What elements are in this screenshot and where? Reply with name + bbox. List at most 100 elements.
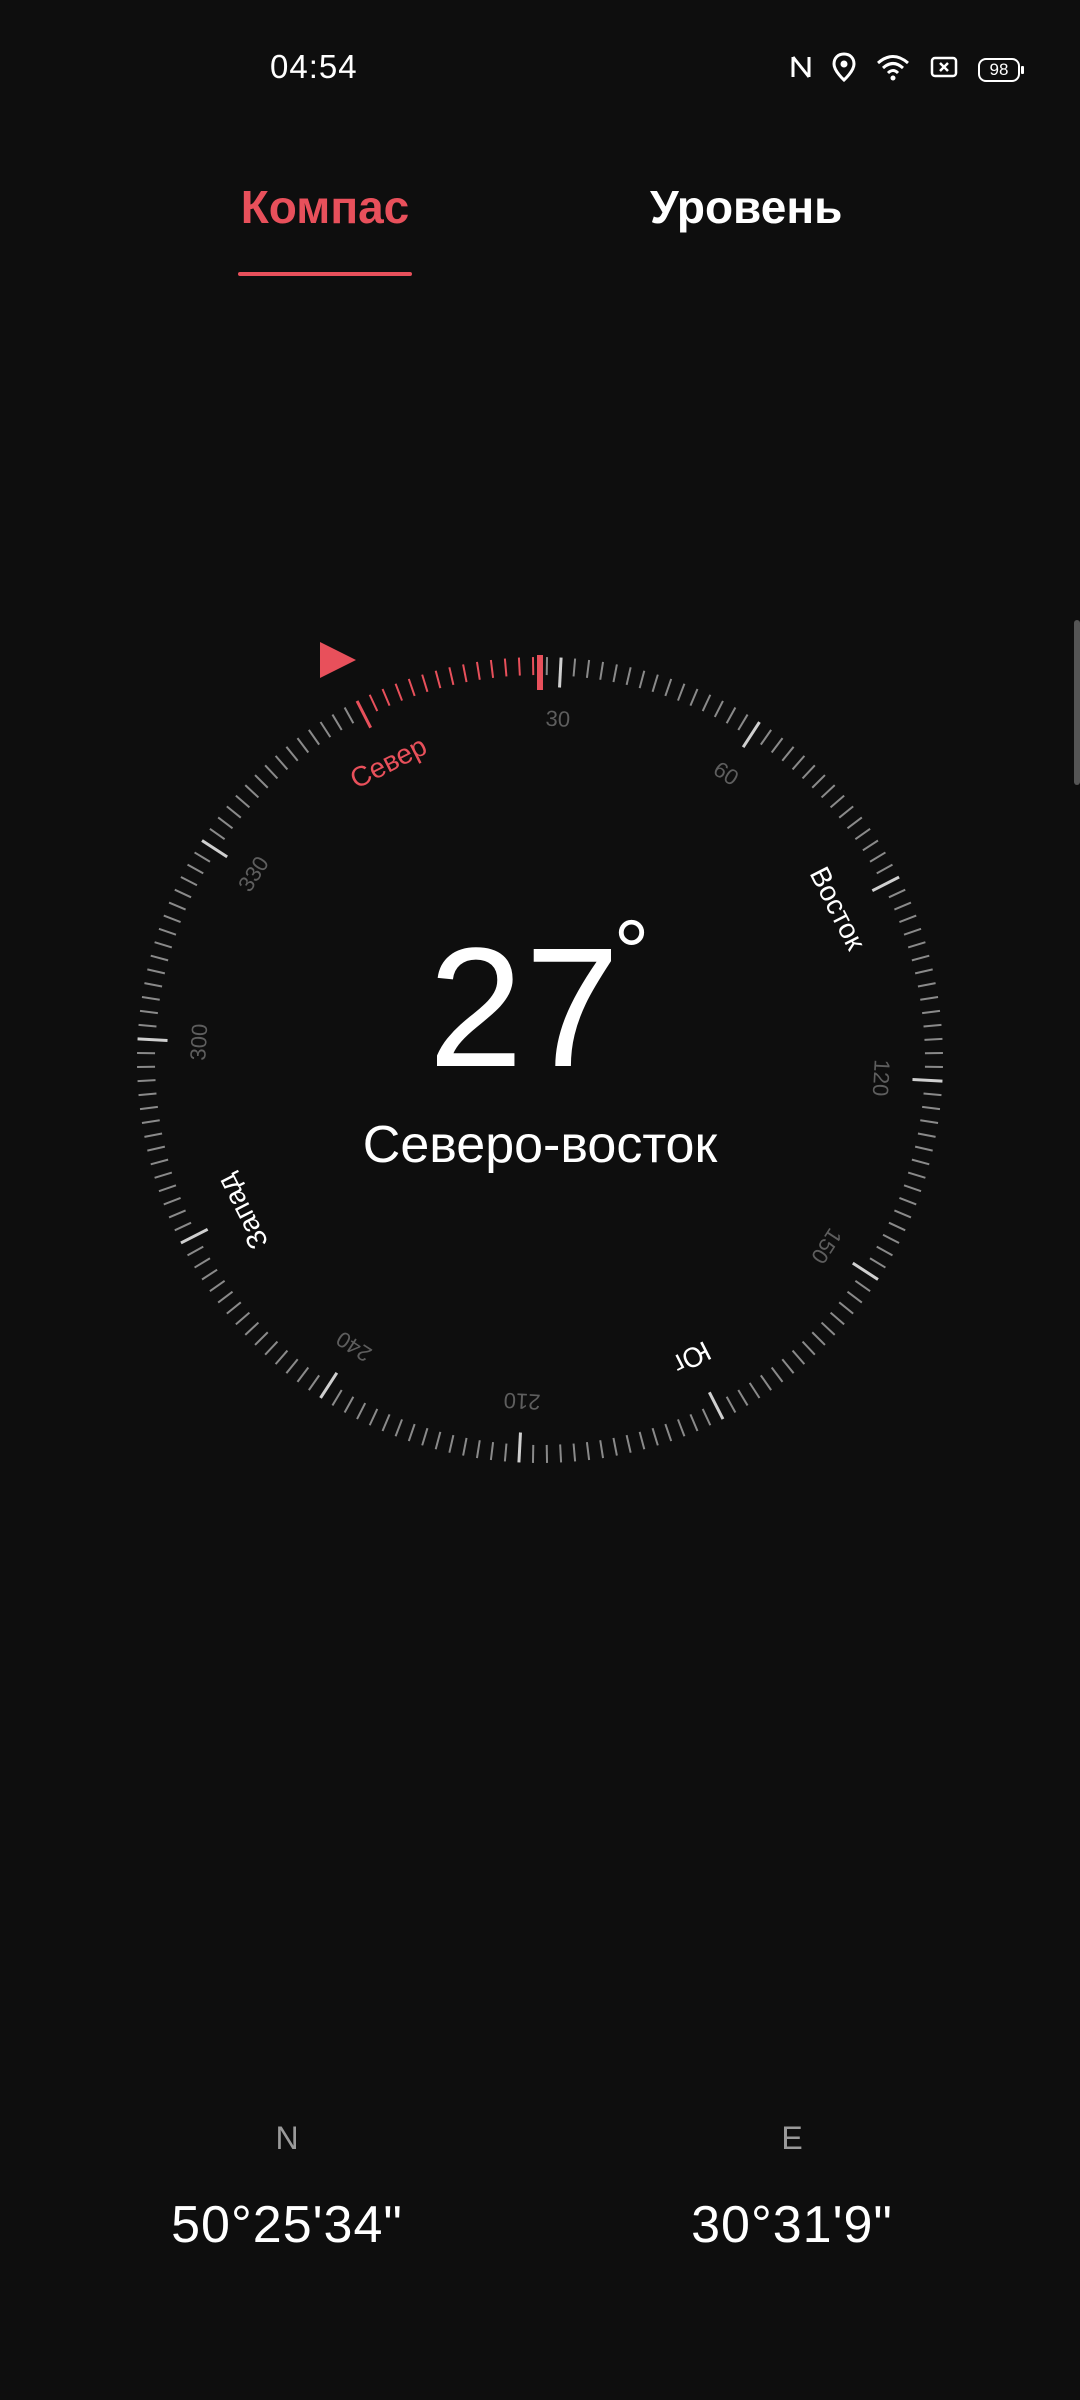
compass-tick (285, 1358, 299, 1374)
compass-tick (781, 746, 795, 762)
compass-tick (760, 729, 772, 746)
compass-tick (254, 774, 269, 789)
tab-bar: Компас Уровень (0, 180, 1080, 280)
compass-tick (254, 1331, 269, 1346)
compass-tick (612, 1437, 618, 1456)
longitude-block: E 30°31'9" (632, 2120, 952, 2255)
compass-tick (226, 805, 242, 819)
compass-tick (811, 1331, 826, 1346)
compass-tick (559, 1444, 563, 1463)
compass-tick (421, 1427, 429, 1446)
cardinal-label-west: Запад (210, 1169, 274, 1254)
compass-tick (599, 1440, 605, 1459)
compass-tick (355, 700, 372, 729)
nfc-icon (790, 53, 812, 86)
compass-tick (168, 901, 186, 911)
compass-tick (903, 1184, 922, 1193)
tab-level[interactable]: Уровень (650, 180, 842, 234)
degree-label: 60 (709, 756, 743, 790)
compass-tick (862, 839, 879, 852)
compass-tick (708, 1391, 725, 1420)
compass-tick (894, 901, 912, 911)
compass-tick (394, 683, 403, 701)
compass-tick (760, 1374, 772, 1391)
compass-tick (308, 729, 320, 746)
degree-label: 30 (545, 706, 571, 732)
longitude-letter: E (781, 2120, 803, 2156)
compass-tick (625, 1434, 632, 1453)
compass-tick (701, 694, 712, 712)
compass-tick (829, 794, 845, 809)
compass-tick (194, 851, 211, 863)
compass-tick (725, 1396, 737, 1413)
compass-tick (713, 700, 724, 718)
compass-tick (922, 1105, 941, 1111)
compass-tick (820, 1321, 836, 1336)
compass-tick (407, 678, 416, 697)
compass-tick (894, 1209, 912, 1219)
compass-tick (585, 659, 591, 678)
battery-saver-icon (930, 55, 958, 84)
compass-tick (888, 888, 906, 899)
compass-tick (448, 1434, 455, 1453)
compass-tick (846, 816, 863, 830)
compass-tick (158, 1184, 177, 1193)
degree-label: 330 (233, 852, 274, 896)
compass-tick (343, 707, 355, 724)
compass-tick (651, 674, 659, 693)
compass-tick (689, 688, 699, 706)
compass-tick (308, 1374, 320, 1391)
compass-tick (854, 828, 871, 840)
compass-tick (285, 746, 299, 762)
compass-tick (235, 1311, 251, 1326)
compass-tick (448, 667, 455, 686)
compass-tick (394, 1419, 403, 1437)
compass-tick (421, 674, 429, 693)
latitude-value: 50°25'34" (171, 2196, 403, 2254)
latitude-block: N 50°25'34" (127, 2120, 447, 2255)
active-tab-indicator (238, 272, 412, 276)
compass-tick (226, 1301, 242, 1315)
compass-tick (217, 1290, 234, 1304)
compass-tick (168, 1209, 186, 1219)
compass-tick (462, 664, 468, 683)
compass-tick (163, 1197, 181, 1206)
compass-tick (264, 1340, 279, 1356)
compass-tick (187, 863, 204, 875)
compass-tick (664, 678, 673, 697)
cardinal-label-south: Юг (667, 1335, 715, 1380)
compass-tick (869, 851, 886, 863)
compass-tick (434, 1431, 442, 1450)
cardinal-label-north: Север (345, 730, 432, 795)
compass-tick (331, 714, 343, 731)
degree-label: 150 (806, 1224, 847, 1268)
compass-tick (244, 1321, 260, 1336)
compass-tick (503, 658, 508, 677)
compass-tick (244, 784, 260, 799)
compass-tick (882, 1233, 900, 1244)
compass-tick (217, 816, 234, 830)
compass-tick (664, 1423, 673, 1442)
compass-tick (677, 683, 686, 701)
compass-tick (770, 1366, 784, 1383)
compass-tick (585, 1442, 591, 1461)
battery-indicator: 98 (978, 57, 1024, 82)
compass-tick (871, 875, 900, 892)
compass-tick (274, 755, 289, 771)
compass-tick (820, 784, 836, 799)
tab-compass[interactable]: Компас (238, 180, 412, 234)
compass-tick (741, 721, 761, 748)
compass-tick (725, 707, 737, 724)
compass-tick (791, 1349, 806, 1365)
compass-tick (194, 1257, 211, 1269)
compass-tick (319, 721, 332, 738)
heading-pointer-icon (320, 642, 356, 678)
wifi-icon (876, 53, 910, 86)
compass-tick (737, 1389, 749, 1406)
compass-tick (209, 828, 226, 840)
compass-tick (651, 1427, 659, 1446)
compass-tick (876, 1245, 893, 1257)
degree-label: 210 (503, 1388, 541, 1415)
compass-tick (558, 657, 563, 688)
compass-tick (737, 714, 749, 731)
